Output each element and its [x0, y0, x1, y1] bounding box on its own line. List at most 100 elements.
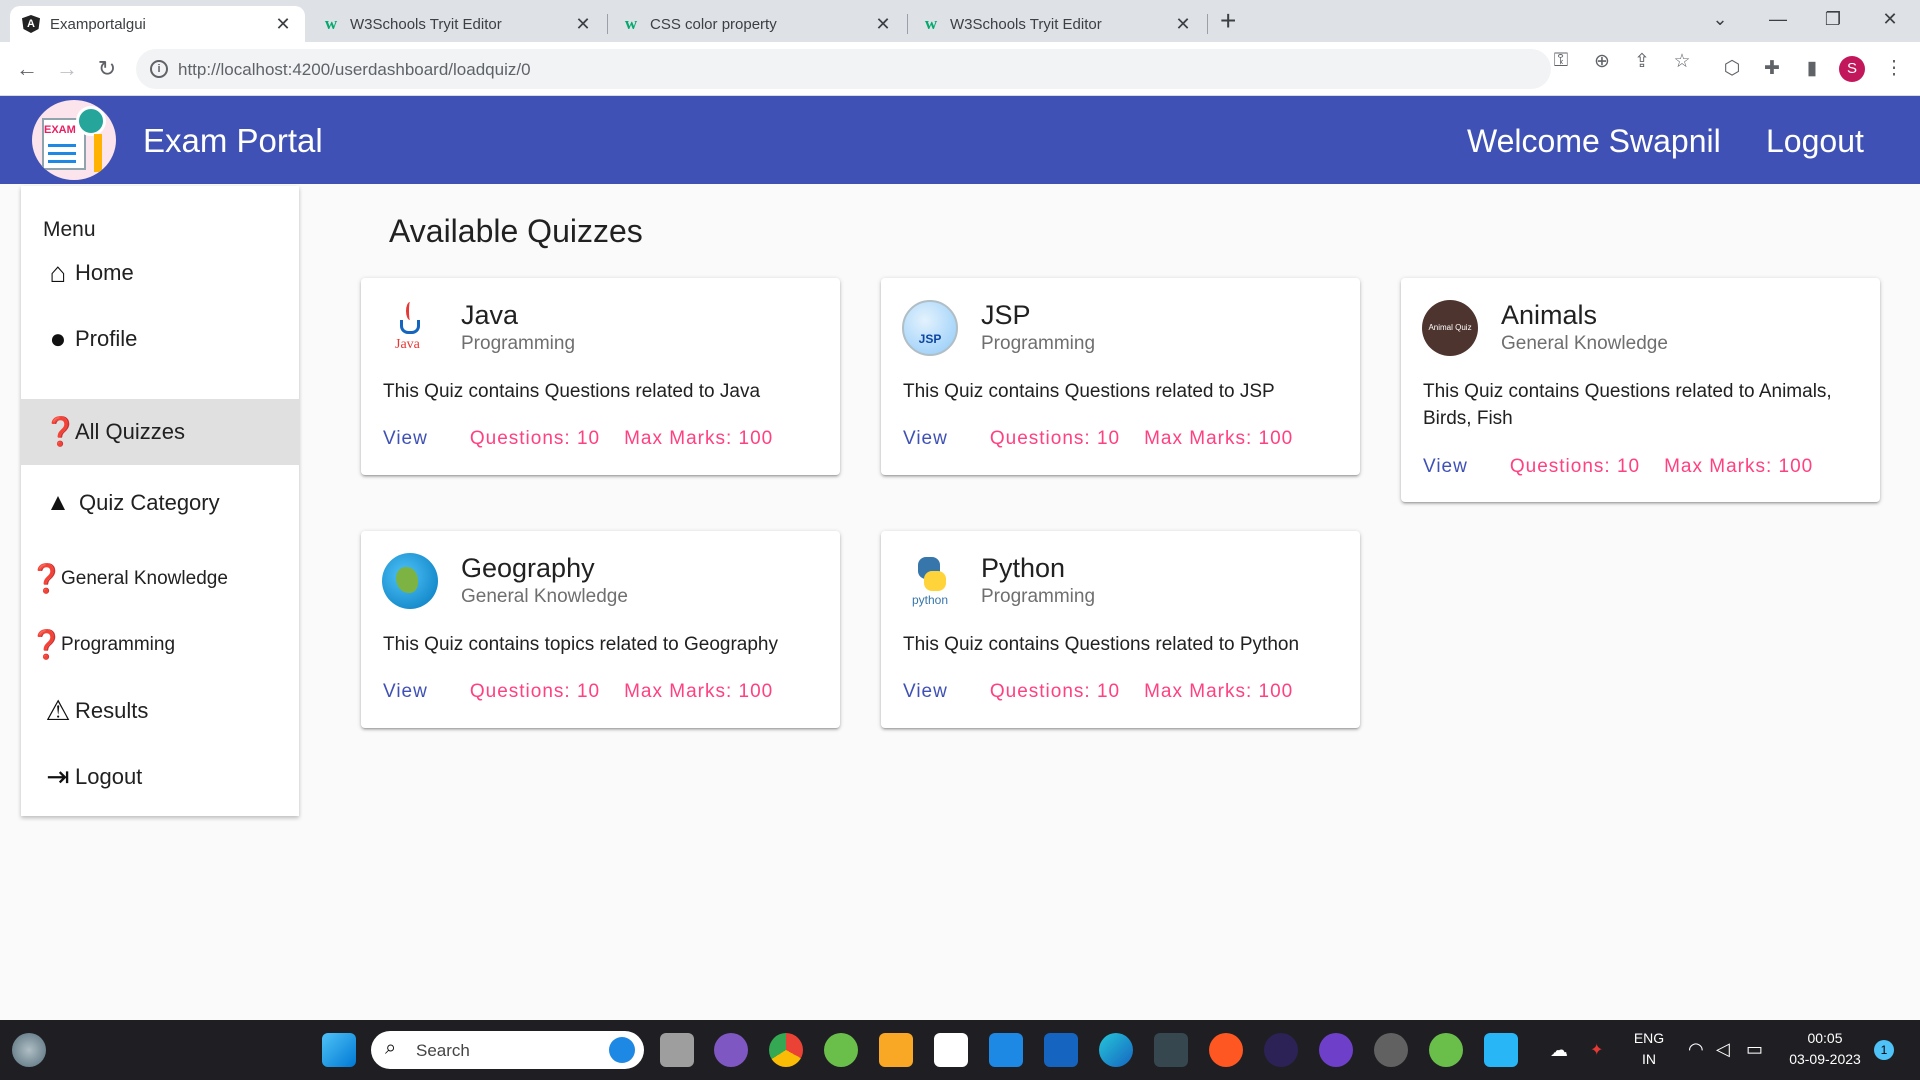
sidebar-item-all-quizzes[interactable]: ❓ All Quizzes	[21, 399, 299, 465]
avatar-label: Animal Quiz	[1428, 323, 1472, 332]
view-button[interactable]: View	[371, 681, 440, 703]
max-marks-button[interactable]: Max Marks: 100	[1132, 681, 1305, 703]
profile-avatar[interactable]: S	[1839, 56, 1865, 82]
close-icon[interactable]: ✕	[573, 14, 593, 35]
header-logout-button[interactable]: Logout	[1766, 123, 1864, 160]
myhp-icon[interactable]	[1044, 1033, 1078, 1067]
weather-icon[interactable]	[12, 1033, 46, 1067]
browser-tab-w3schools-1[interactable]: w W3Schools Tryit Editor ✕	[310, 6, 605, 42]
sidebar-item-label: Programming	[61, 634, 176, 655]
browser-tab-w3schools-2[interactable]: w W3Schools Tryit Editor ✕	[910, 6, 1205, 42]
reload-icon[interactable]: ↻	[92, 54, 122, 84]
questions-count-button[interactable]: Questions: 10	[978, 428, 1132, 450]
postman-icon[interactable]	[1209, 1033, 1243, 1067]
sidebar-menu: Menu ⌂ Home ● Profile ❓ All Quizzes ▲ Qu…	[21, 186, 299, 816]
close-icon[interactable]: ✕	[273, 14, 293, 35]
welcome-user[interactable]: Welcome Swapnil	[1467, 123, 1721, 160]
view-button[interactable]: View	[371, 428, 440, 450]
questions-count-button[interactable]: Questions: 10	[458, 428, 612, 450]
brand-title[interactable]: Exam Portal	[143, 122, 323, 160]
sidebar-item-home[interactable]: ⌂ Home	[21, 240, 299, 306]
browser-tab-examportal[interactable]: A Examportalgui ✕	[10, 6, 305, 42]
sidebar-item-general-knowledge[interactable]: ❓ General Knowledge	[21, 546, 299, 612]
view-button[interactable]: View	[891, 681, 960, 703]
key-icon[interactable]: ⚿	[1547, 50, 1575, 72]
new-tab-icon[interactable]: +	[1220, 6, 1236, 36]
task-view-icon[interactable]	[660, 1033, 694, 1067]
questions-count-button[interactable]: Questions: 10	[458, 681, 612, 703]
exam-logo[interactable]: EXAM	[32, 100, 116, 180]
chrome-icon[interactable]	[769, 1033, 803, 1067]
bing-icon[interactable]	[609, 1037, 635, 1063]
forward-arrow-icon[interactable]: →	[52, 54, 82, 84]
address-field[interactable]: i http://localhost:4200/userdashboard/lo…	[136, 49, 1551, 89]
globe-icon	[382, 553, 438, 609]
max-marks-button[interactable]: Max Marks: 100	[1132, 428, 1305, 450]
max-marks-button[interactable]: Max Marks: 100	[612, 428, 785, 450]
microsoft-store-icon[interactable]	[934, 1033, 968, 1067]
spring-tools-icon[interactable]	[824, 1033, 858, 1067]
side-panel-icon[interactable]: ▮	[1798, 57, 1826, 80]
github-desktop-icon[interactable]	[1319, 1033, 1353, 1067]
search-icon: ⌕	[385, 1037, 397, 1059]
edge-icon[interactable]	[1099, 1033, 1133, 1067]
sidebar-item-profile[interactable]: ● Profile	[21, 306, 299, 372]
back-arrow-icon[interactable]: ←	[12, 54, 42, 84]
search-placeholder[interactable]: Search	[416, 1041, 470, 1061]
sidebar-item-results[interactable]: ⚠ Results	[21, 678, 299, 744]
clock-date[interactable]: 03-09-2023	[1780, 1051, 1870, 1067]
questions-count-button[interactable]: Questions: 10	[1498, 456, 1652, 478]
quiz-category: General Knowledge	[1501, 333, 1668, 354]
avatar-label: JSP	[918, 332, 942, 346]
input-region[interactable]: IN	[1624, 1051, 1674, 1067]
onedrive-cloud-icon[interactable]: ☁	[1550, 1040, 1568, 1061]
close-icon[interactable]: ✕	[873, 14, 893, 35]
input-language[interactable]: ENG	[1624, 1030, 1674, 1046]
share-icon[interactable]: ⇪	[1628, 50, 1656, 73]
eclipse-icon[interactable]	[1264, 1033, 1298, 1067]
spring-tools-icon[interactable]	[1429, 1033, 1463, 1067]
view-button[interactable]: View	[1411, 456, 1480, 478]
sidebar-item-programming[interactable]: ❓ Programming	[21, 612, 299, 678]
wifi-icon[interactable]: ◠	[1688, 1039, 1704, 1060]
max-marks-button[interactable]: Max Marks: 100	[1652, 456, 1825, 478]
sidebar-item-quiz-category[interactable]: ▲ Quiz Category	[21, 470, 299, 536]
quiz-card-animals: Animal Quiz Animals General Knowledge Th…	[1401, 278, 1880, 502]
restore-icon[interactable]: ❐	[1813, 4, 1853, 34]
quiz-icon: ❓	[29, 629, 64, 660]
taskbar-search-field[interactable]: ⌕ Search	[371, 1031, 644, 1069]
minimize-icon[interactable]: —	[1758, 4, 1798, 34]
battery-icon[interactable]: ▭	[1746, 1039, 1763, 1060]
vscode-icon[interactable]	[989, 1033, 1023, 1067]
logo-line	[48, 144, 76, 147]
tab-search-chevron-icon[interactable]: ⌄	[1700, 4, 1740, 34]
max-marks-button[interactable]: Max Marks: 100	[612, 681, 785, 703]
bookmark-star-icon[interactable]: ☆	[1668, 50, 1696, 73]
sidebar-item-logout[interactable]: ⇥ Logout	[21, 744, 299, 810]
window-close-icon[interactable]: ✕	[1870, 4, 1910, 34]
notification-badge[interactable]: 1	[1874, 1040, 1894, 1060]
teams-chat-icon[interactable]	[714, 1033, 748, 1067]
view-button[interactable]: View	[891, 428, 960, 450]
close-icon[interactable]: ✕	[1173, 14, 1193, 35]
browser-menu-icon[interactable]: ⋮	[1880, 57, 1908, 80]
settings-gear-icon[interactable]	[1374, 1033, 1408, 1067]
windows-start-icon[interactable]	[322, 1033, 356, 1067]
card-actions: View Questions: 10 Max Marks: 100	[371, 419, 785, 459]
quiz-title: Geography	[461, 553, 595, 583]
tab-title: W3Schools Tryit Editor	[950, 15, 1102, 33]
zoom-icon[interactable]: ⊕	[1588, 50, 1616, 73]
notepad-icon[interactable]	[1484, 1033, 1518, 1067]
url-text[interactable]: http://localhost:4200/userdashboard/load…	[178, 60, 531, 80]
clock-time[interactable]: 00:05	[1780, 1030, 1870, 1046]
volume-icon[interactable]: ◁	[1716, 1039, 1730, 1060]
mysql-workbench-icon[interactable]	[1154, 1033, 1188, 1067]
extensions-puzzle-icon[interactable]: ✚	[1758, 57, 1786, 80]
file-explorer-icon[interactable]	[879, 1033, 913, 1067]
browser-tab-css-color[interactable]: w CSS color property ✕	[610, 6, 905, 42]
extension-cube-icon[interactable]: ⬡	[1718, 57, 1746, 80]
questions-count-button[interactable]: Questions: 10	[978, 681, 1132, 703]
site-info-icon[interactable]: i	[150, 60, 168, 78]
tray-app-icon[interactable]: ✦	[1590, 1040, 1603, 1060]
logo-line	[48, 152, 76, 155]
